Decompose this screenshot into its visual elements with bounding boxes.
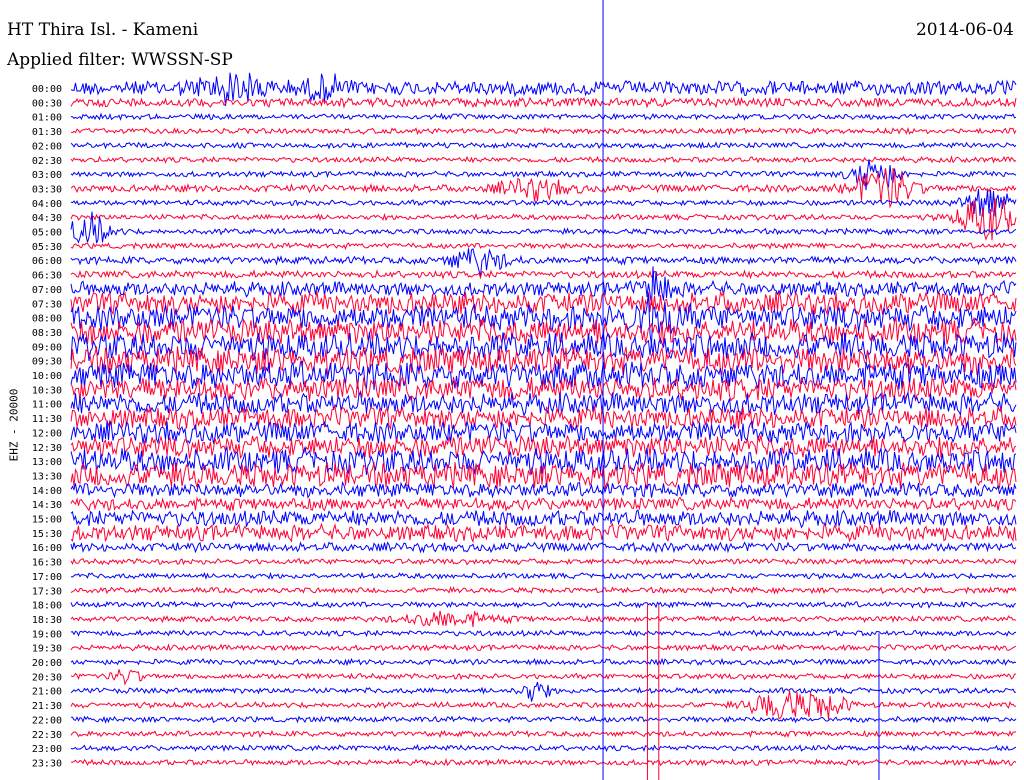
trace-1630 [70, 557, 1017, 566]
time-label: 10:00 [32, 371, 62, 382]
time-label: 08:30 [32, 328, 62, 339]
time-label: 01:00 [32, 113, 62, 124]
time-label: 21:00 [32, 687, 62, 698]
time-label: 23:00 [32, 744, 62, 755]
trace-2000 [70, 657, 1017, 667]
trace-1130 [70, 404, 1017, 431]
time-label: 03:30 [32, 184, 62, 195]
trace-1600 [70, 541, 1017, 554]
time-label: 14:00 [32, 486, 62, 497]
time-label: 02:30 [32, 156, 62, 167]
trace-1530 [70, 522, 1017, 544]
time-label: 08:00 [32, 314, 62, 325]
trace-0230 [70, 155, 1017, 164]
time-label: 05:00 [32, 228, 62, 239]
time-label: 23:30 [32, 758, 62, 769]
trace-1830 [70, 610, 1017, 628]
time-label: 03:00 [32, 170, 62, 181]
trace-1930 [70, 643, 1017, 652]
time-label: 17:30 [32, 586, 62, 597]
time-label: 11:00 [32, 400, 62, 411]
time-label: 19:00 [32, 629, 62, 640]
trace-2100 [70, 681, 1017, 702]
time-label: 22:00 [32, 715, 62, 726]
time-label: 05:30 [32, 242, 62, 253]
trace-1730 [70, 586, 1017, 595]
trace-0630 [70, 269, 1017, 280]
time-label: 04:00 [32, 199, 62, 210]
time-label: 00:30 [32, 98, 62, 109]
time-label: 02:00 [32, 141, 62, 152]
trace-1700 [70, 571, 1017, 580]
time-label: 07:30 [32, 299, 62, 310]
trace-1900 [70, 629, 1017, 638]
trace-2130 [70, 690, 1017, 720]
trace-0730 [70, 291, 1017, 316]
trace-1500 [70, 509, 1017, 529]
trace-2200 [71, 715, 1017, 724]
trace-0100 [70, 112, 1017, 121]
time-label: 10:30 [32, 385, 62, 396]
trace-2330 [70, 757, 1017, 767]
time-label: 12:30 [32, 443, 62, 454]
time-label: 18:30 [32, 615, 62, 626]
time-label: 12:00 [32, 428, 62, 439]
time-label: 20:00 [32, 658, 62, 669]
time-label: 09:00 [32, 342, 62, 353]
time-label: 13:30 [32, 471, 62, 482]
time-label: 04:30 [32, 213, 62, 224]
time-label: 07:00 [32, 285, 62, 296]
time-label: 14:30 [32, 500, 62, 511]
time-label: 16:30 [32, 558, 62, 569]
time-label: 15:00 [32, 515, 62, 526]
trace-0300 [70, 159, 1017, 191]
trace-1430 [70, 495, 1017, 512]
time-label: 22:30 [32, 730, 62, 741]
time-label: 13:00 [32, 457, 62, 468]
trace-2300 [70, 743, 1017, 753]
time-label: 11:30 [32, 414, 62, 425]
time-label: 19:30 [32, 644, 62, 655]
time-label: 16:00 [32, 543, 62, 554]
trace-1800 [70, 600, 1017, 609]
trace-0400 [70, 189, 1017, 217]
trace-1400 [70, 480, 1017, 499]
time-label: 06:30 [32, 271, 62, 282]
time-label: 21:30 [32, 701, 62, 712]
time-label: 20:30 [32, 672, 62, 683]
trace-0130 [70, 126, 1017, 136]
trace-0530 [70, 241, 1017, 251]
time-label: 09:30 [32, 357, 62, 368]
trace-2230 [70, 729, 1017, 739]
trace-0500 [70, 211, 1017, 244]
trace-0030 [70, 96, 1017, 109]
trace-0200 [70, 141, 1017, 150]
time-label: 18:00 [32, 601, 62, 612]
time-label: 06:00 [32, 256, 62, 267]
seismogram-plot: 00:00 00:30 01:00 01:30 02:00 02:30 03:00 03:30… [32, 0, 1017, 780]
time-label: 17:00 [32, 572, 62, 583]
time-label: 00:00 [32, 84, 62, 95]
trace-2030 [70, 669, 1017, 686]
time-label: 15:30 [32, 529, 62, 540]
time-label: 01:30 [32, 127, 62, 138]
